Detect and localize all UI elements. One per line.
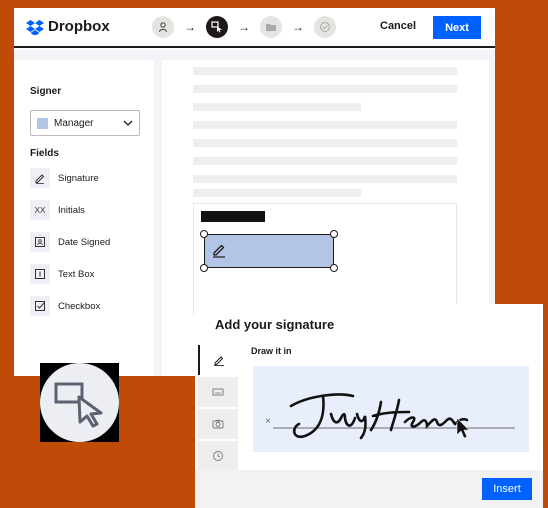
checkbox-icon xyxy=(30,296,50,316)
logo-text: Dropbox xyxy=(48,18,110,35)
redacted-text xyxy=(201,211,265,222)
cursor-box-icon xyxy=(54,382,103,428)
folder-icon xyxy=(266,24,276,31)
cursor-badge-circle xyxy=(40,363,119,442)
clock-icon xyxy=(213,451,223,461)
signer-color-swatch xyxy=(37,117,48,129)
text-line-placeholder xyxy=(193,85,457,93)
resize-handle[interactable] xyxy=(200,264,208,272)
draw-label: Draw it in xyxy=(251,346,292,356)
signature-drawing xyxy=(273,393,515,440)
resize-handle[interactable] xyxy=(330,230,338,238)
cursor-badge xyxy=(40,363,119,442)
tab-type[interactable] xyxy=(198,377,238,407)
textbox-icon-svg xyxy=(35,269,45,279)
logo: Dropbox xyxy=(26,18,110,35)
modal-title: Add your signature xyxy=(215,317,335,332)
signer-select-value: Manager xyxy=(54,117,94,129)
text-line-placeholder xyxy=(193,175,457,183)
keyboard-icon xyxy=(212,388,224,396)
text-line-placeholder xyxy=(193,121,457,129)
arrow-icon: → xyxy=(238,20,250,34)
dropbox-logo-icon xyxy=(26,19,44,35)
field-date-signed[interactable]: Date Signed xyxy=(30,232,110,252)
signature-section xyxy=(193,203,457,315)
text-line-placeholder xyxy=(193,139,457,147)
field-signature[interactable]: Signature xyxy=(30,168,99,188)
text-line-placeholder xyxy=(193,67,457,75)
field-label: Date Signed xyxy=(58,236,111,248)
text-line-placeholder xyxy=(193,189,361,197)
cursor-box-icon xyxy=(211,21,222,33)
textbox-icon xyxy=(30,264,50,284)
field-label: Checkbox xyxy=(58,300,101,312)
calendar-icon-svg xyxy=(35,237,45,247)
tab-upload[interactable] xyxy=(198,409,238,439)
calendar-icon xyxy=(30,232,50,252)
resize-handle[interactable] xyxy=(200,230,208,238)
next-button[interactable]: Next xyxy=(433,16,481,39)
step-fields[interactable] xyxy=(206,16,228,38)
text-line-placeholder xyxy=(193,103,361,111)
arrow-icon: → xyxy=(184,20,196,34)
signer-label: Signer xyxy=(30,86,62,97)
pen-icon xyxy=(30,168,50,188)
pen-icon-svg xyxy=(35,174,45,184)
pen-icon xyxy=(214,356,224,366)
initials-icon: XX xyxy=(30,200,50,220)
signature-method-tabs xyxy=(195,345,241,471)
tab-phone[interactable] xyxy=(198,441,238,471)
arrow-icon: → xyxy=(292,20,304,34)
progress-steps: → → → xyxy=(152,16,336,38)
insert-button[interactable]: Insert xyxy=(482,478,532,500)
field-initials[interactable]: XX Initials xyxy=(30,200,85,220)
camera-icon xyxy=(212,419,224,429)
modal-footer: Insert xyxy=(195,470,543,508)
person-icon xyxy=(158,22,168,33)
step-folder[interactable] xyxy=(260,16,282,38)
fields-label: Fields xyxy=(30,148,59,159)
signature-field[interactable] xyxy=(200,230,338,272)
fields-sidebar: Signer Manager Fields Signature XX Initi… xyxy=(14,60,154,376)
checkbox-icon-svg xyxy=(35,301,45,311)
step-review[interactable] xyxy=(314,16,336,38)
signer-select[interactable]: Manager xyxy=(30,110,140,136)
step-signers[interactable] xyxy=(152,16,174,38)
check-circle-icon xyxy=(320,22,330,32)
pen-icon xyxy=(213,244,225,258)
cancel-button[interactable]: Cancel xyxy=(380,20,416,32)
field-text-box[interactable]: Text Box xyxy=(30,264,94,284)
chevron-down-icon xyxy=(123,120,133,126)
signature-modal: Add your signature Draw it in × Insert xyxy=(195,304,543,508)
field-label: Initials xyxy=(58,204,85,216)
field-label: Text Box xyxy=(58,268,95,280)
text-line-placeholder xyxy=(193,157,457,165)
field-label: Signature xyxy=(58,172,99,184)
signature-canvas[interactable]: × xyxy=(253,366,529,452)
resize-handle[interactable] xyxy=(330,264,338,272)
top-bar: Dropbox → → → Cancel Next xyxy=(14,8,495,48)
field-checkbox[interactable]: Checkbox xyxy=(30,296,100,316)
tab-draw[interactable] xyxy=(198,345,238,375)
